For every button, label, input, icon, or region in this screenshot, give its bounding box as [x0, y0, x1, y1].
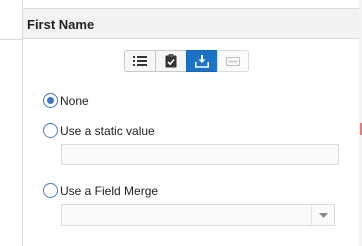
list-icon — [133, 56, 147, 66]
mode-toolbar — [124, 50, 256, 74]
panel-title: First Name — [27, 17, 95, 32]
chevron-down-icon — [318, 212, 328, 218]
select-dropdown-toggle[interactable] — [311, 205, 334, 225]
clipboard-check-icon — [165, 54, 177, 68]
option-static-value-label: Use a static value — [60, 123, 155, 138]
radio-field-merge[interactable] — [43, 183, 58, 198]
default-value-mode-button[interactable] — [186, 50, 218, 72]
left-sidebar-strip — [0, 0, 23, 246]
inbox-download-icon — [195, 54, 209, 68]
field-settings-panel: First Name None Use a static value Use a… — [23, 0, 359, 246]
input-mode-button[interactable] — [217, 50, 249, 72]
static-value-input[interactable] — [61, 144, 339, 165]
clipboard-mode-button[interactable] — [155, 50, 187, 72]
field-merge-select[interactable] — [61, 204, 335, 226]
text-field-icon — [226, 56, 240, 66]
radio-static-value[interactable] — [43, 123, 58, 138]
radio-none[interactable] — [43, 93, 58, 108]
list-mode-button[interactable] — [124, 50, 156, 72]
option-none[interactable]: None — [43, 93, 89, 108]
option-field-merge[interactable]: Use a Field Merge — [43, 183, 158, 198]
option-static-value[interactable]: Use a static value — [43, 123, 155, 138]
panel-header: First Name — [23, 8, 359, 39]
sidebar-divider — [0, 39, 22, 40]
option-field-merge-label: Use a Field Merge — [60, 183, 159, 198]
option-none-label: None — [60, 93, 89, 108]
